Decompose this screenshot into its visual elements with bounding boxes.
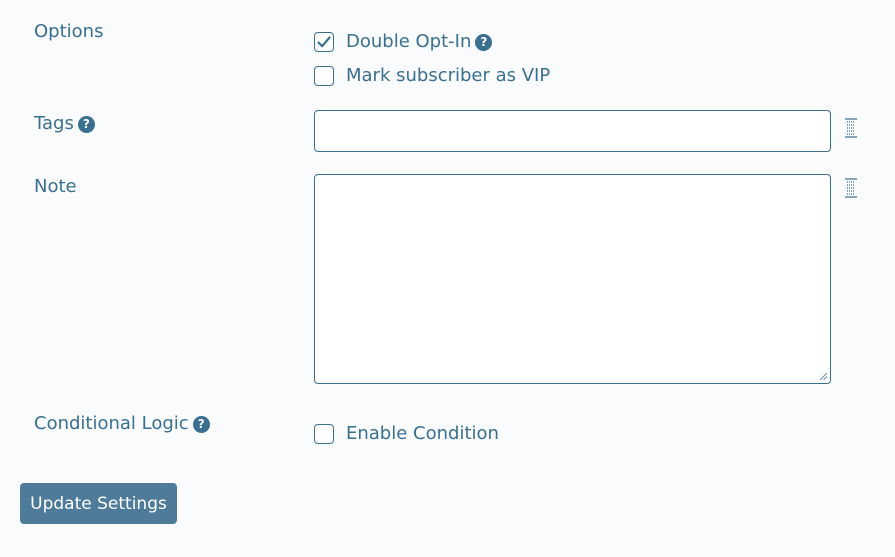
options-label: Options: [34, 21, 103, 42]
enable-condition-checkbox[interactable]: [314, 423, 334, 444]
list-icon[interactable]: [843, 117, 859, 139]
enable-condition-label: Enable Condition: [346, 423, 499, 444]
double-opt-in-label: Double Opt-In: [346, 31, 472, 52]
mark-vip-checkbox[interactable]: [314, 65, 334, 86]
question-circle-icon[interactable]: ?: [475, 34, 493, 51]
tags-label-text: Tags: [34, 113, 74, 134]
tags-input[interactable]: [314, 110, 831, 152]
settings-form: Options Double Opt-In ? Mark subscriber …: [0, 0, 895, 557]
mark-vip-checkbox-row[interactable]: Mark subscriber as VIP: [314, 65, 550, 86]
list-icon[interactable]: [843, 177, 859, 199]
double-opt-in-checkbox-row[interactable]: Double Opt-In ?: [314, 31, 493, 52]
checkmark-icon: [317, 35, 331, 47]
tags-label: Tags ?: [34, 113, 95, 134]
resize-grip-icon[interactable]: [819, 372, 828, 381]
question-circle-icon[interactable]: ?: [77, 116, 95, 133]
enable-condition-checkbox-row[interactable]: Enable Condition: [314, 423, 499, 444]
conditional-logic-label: Conditional Logic ?: [34, 413, 210, 434]
update-settings-button[interactable]: Update Settings: [20, 483, 177, 524]
double-opt-in-checkbox[interactable]: [314, 31, 334, 52]
conditional-logic-label-text: Conditional Logic: [34, 413, 189, 434]
note-label: Note: [34, 176, 77, 197]
question-circle-icon[interactable]: ?: [192, 416, 210, 433]
note-label-text: Note: [34, 176, 77, 197]
mark-vip-label: Mark subscriber as VIP: [346, 65, 551, 86]
note-textarea[interactable]: [314, 174, 831, 384]
options-label-text: Options: [34, 21, 104, 42]
